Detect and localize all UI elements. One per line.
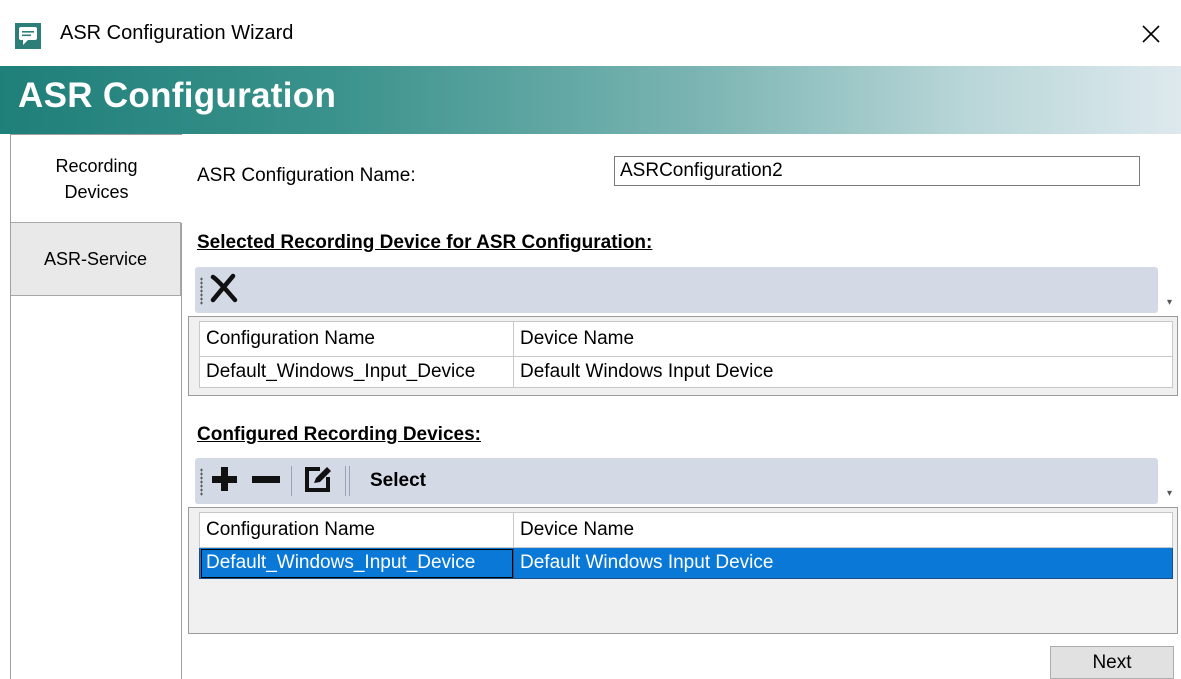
window-title: ASR Configuration Wizard bbox=[60, 22, 294, 44]
cell-config-name[interactable]: Default_Windows_Input_Device bbox=[199, 356, 514, 388]
next-button[interactable]: Next bbox=[1050, 646, 1174, 679]
tab-label-line1: Recording bbox=[55, 156, 138, 176]
app-chat-icon bbox=[14, 22, 42, 50]
remove-x-icon bbox=[209, 273, 239, 308]
tab-label-line2: Devices bbox=[64, 182, 129, 202]
overflow-chevron-icon[interactable]: ▾ bbox=[1167, 488, 1172, 499]
add-plus-icon bbox=[209, 464, 239, 499]
sidebar-border bbox=[10, 222, 11, 679]
toolbar-grip-icon bbox=[200, 277, 203, 305]
config-name-input[interactable] bbox=[614, 156, 1140, 186]
toolbar-separator bbox=[345, 466, 346, 496]
tab-label: ASR-Service bbox=[43, 249, 148, 269]
page-title: ASR Configuration bbox=[18, 76, 337, 115]
toolbar-grip-icon bbox=[200, 468, 203, 496]
selected-device-toolbar: ▾ bbox=[195, 267, 1172, 313]
add-device-button[interactable] bbox=[207, 464, 241, 498]
cell-config-name[interactable]: Default_Windows_Input_Device bbox=[199, 547, 514, 579]
close-button[interactable] bbox=[1121, 8, 1181, 64]
select-button[interactable]: Select bbox=[370, 470, 426, 492]
remove-minus-icon bbox=[250, 464, 282, 499]
toolbar-separator bbox=[291, 466, 292, 496]
configured-devices-heading: Configured Recording Devices: bbox=[197, 424, 481, 445]
selected-device-heading: Selected Recording Device for ASR Config… bbox=[197, 232, 653, 253]
configured-devices-toolbar: Select ▾ bbox=[195, 458, 1172, 504]
remove-device-button[interactable] bbox=[249, 464, 283, 498]
cell-device-name[interactable]: Default Windows Input Device bbox=[513, 356, 1173, 388]
remove-selected-button[interactable] bbox=[207, 273, 241, 307]
edit-device-button[interactable] bbox=[301, 464, 335, 498]
sidebar: Recording Devices ASR-Service bbox=[10, 134, 182, 679]
tab-asr-service[interactable]: ASR-Service bbox=[10, 222, 181, 296]
close-icon bbox=[1140, 23, 1162, 50]
configured-devices-grid: Configuration Name Device Name Default_W… bbox=[188, 507, 1178, 634]
column-header-config-name[interactable]: Configuration Name bbox=[199, 321, 514, 357]
tab-recording-devices[interactable]: Recording Devices bbox=[10, 134, 182, 223]
edit-icon bbox=[303, 464, 333, 499]
overflow-chevron-icon[interactable]: ▾ bbox=[1167, 297, 1172, 308]
table-row[interactable]: Default_Windows_Input_Device Default Win… bbox=[199, 356, 1173, 388]
column-header-device-name[interactable]: Device Name bbox=[513, 321, 1173, 357]
config-name-label: ASR Configuration Name: bbox=[197, 165, 416, 186]
selected-device-grid: Configuration Name Device Name Default_W… bbox=[188, 316, 1178, 396]
grid-header-row: Configuration Name Device Name bbox=[199, 321, 1173, 357]
grid-header-row: Configuration Name Device Name bbox=[199, 512, 1173, 548]
table-row-selected[interactable]: Default_Windows_Input_Device Default Win… bbox=[199, 547, 1173, 579]
cell-device-name[interactable]: Default Windows Input Device bbox=[513, 547, 1173, 579]
column-header-device-name[interactable]: Device Name bbox=[513, 512, 1173, 548]
column-header-config-name[interactable]: Configuration Name bbox=[199, 512, 514, 548]
title-bar: ASR Configuration Wizard bbox=[0, 0, 1181, 66]
toolbar-separator bbox=[349, 466, 350, 496]
header-banner: ASR Configuration bbox=[0, 66, 1181, 134]
